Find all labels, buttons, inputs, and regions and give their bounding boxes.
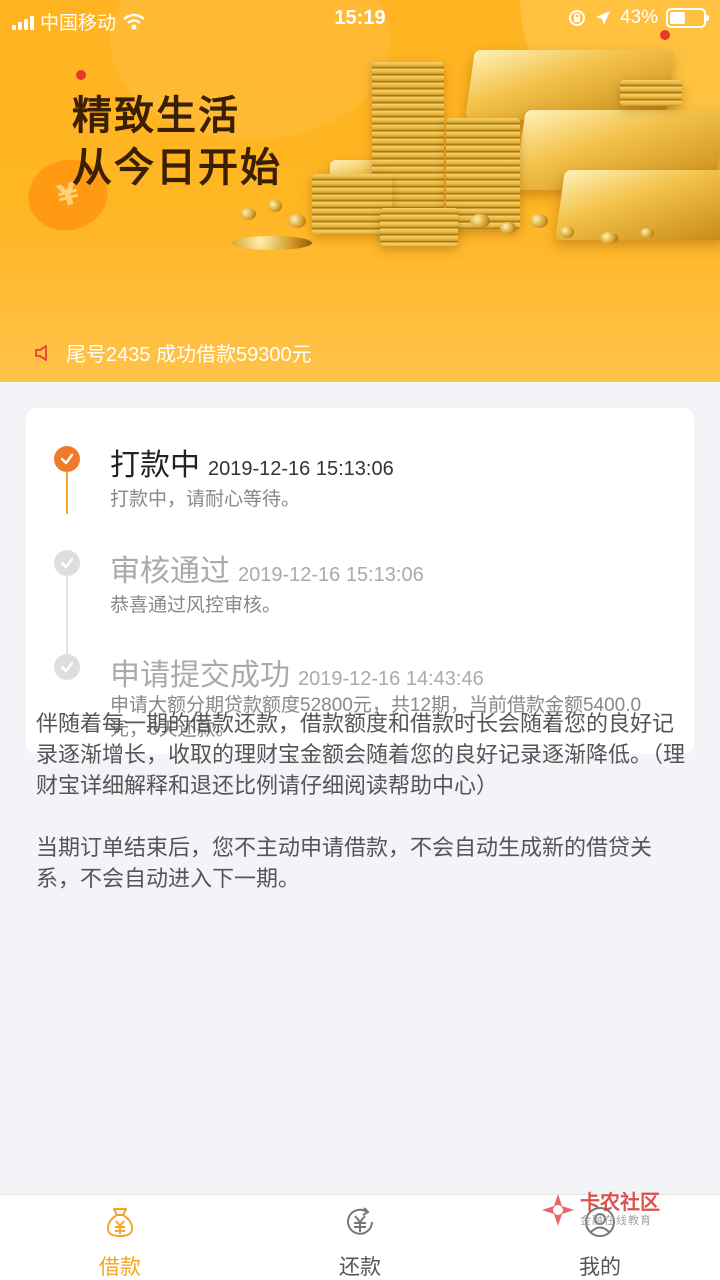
step-time: 2019-12-16 14:43:46: [298, 668, 484, 690]
promo-banner[interactable]: ¥ 精致生活 从今日开始 尾号2435 成功借款59300元: [0, 0, 720, 382]
tab-label: 还款: [339, 1256, 381, 1279]
watermark-logo-icon: [542, 1194, 574, 1226]
step-description: 恭喜通过风控审核。: [110, 595, 282, 616]
battery-icon: [666, 8, 709, 28]
repay-yen-icon: [347, 1207, 373, 1235]
tab-label: 借款: [99, 1256, 141, 1279]
check-icon: [54, 446, 80, 472]
explanation-paragraph: 伴随着每一期的借款还款，借款额度和借款时长会随着您的良好记录逐渐增长，收取的理财…: [36, 711, 686, 798]
tab-label: 我的: [579, 1256, 621, 1279]
step-description: 打款中，请耐心等待。: [110, 489, 301, 510]
step-time: 2019-12-16 15:13:06: [238, 564, 424, 586]
watermark: 卡农社区 金融在线教育: [540, 1192, 660, 1228]
step-title: 打款中 2019-12-16 15:13:06: [110, 449, 394, 482]
loan-explanation: 伴随着每一期的借款还款，借款额度和借款时长会随着您的良好记录逐渐增长，收取的理财…: [36, 708, 686, 925]
step-title: 审核通过 2019-12-16 15:13:06: [110, 555, 424, 588]
orientation-lock-icon: [568, 10, 585, 26]
loan-notice: 尾号2435 成功借款59300元: [34, 338, 312, 367]
timeline-connector: [66, 472, 68, 514]
location-icon: [595, 11, 610, 25]
step-title: 申请提交成功 2019-12-16 14:43:46: [110, 659, 484, 692]
battery-percent: 43%: [619, 7, 658, 28]
timeline-connector: [66, 574, 68, 654]
notice-text: 尾号2435 成功借款59300元: [66, 344, 312, 366]
money-bag-icon: [106, 1208, 134, 1238]
status-bar: 中国移动 15:19 43%: [0, 0, 720, 40]
gold-illustration: [0, 0, 720, 382]
tab-repay[interactable]: 还款: [300, 1205, 420, 1280]
watermark-subtext: 金融在线教育: [580, 1214, 652, 1227]
check-icon: [54, 550, 80, 576]
watermark-text: 卡农社区: [580, 1190, 660, 1214]
tab-borrow[interactable]: 借款: [60, 1205, 180, 1280]
speaker-icon: [35, 344, 47, 361]
loan-status-card: 打款中 2019-12-16 15:13:06 打款中，请耐心等待。 审核通过 20…: [26, 408, 694, 754]
step-time: 2019-12-16 15:13:06: [208, 458, 394, 480]
check-icon: [54, 654, 80, 680]
explanation-paragraph: 当期订单结束后，您不主动申请借款，不会自动生成新的借贷关系，不会自动进入下一期。: [36, 835, 653, 891]
